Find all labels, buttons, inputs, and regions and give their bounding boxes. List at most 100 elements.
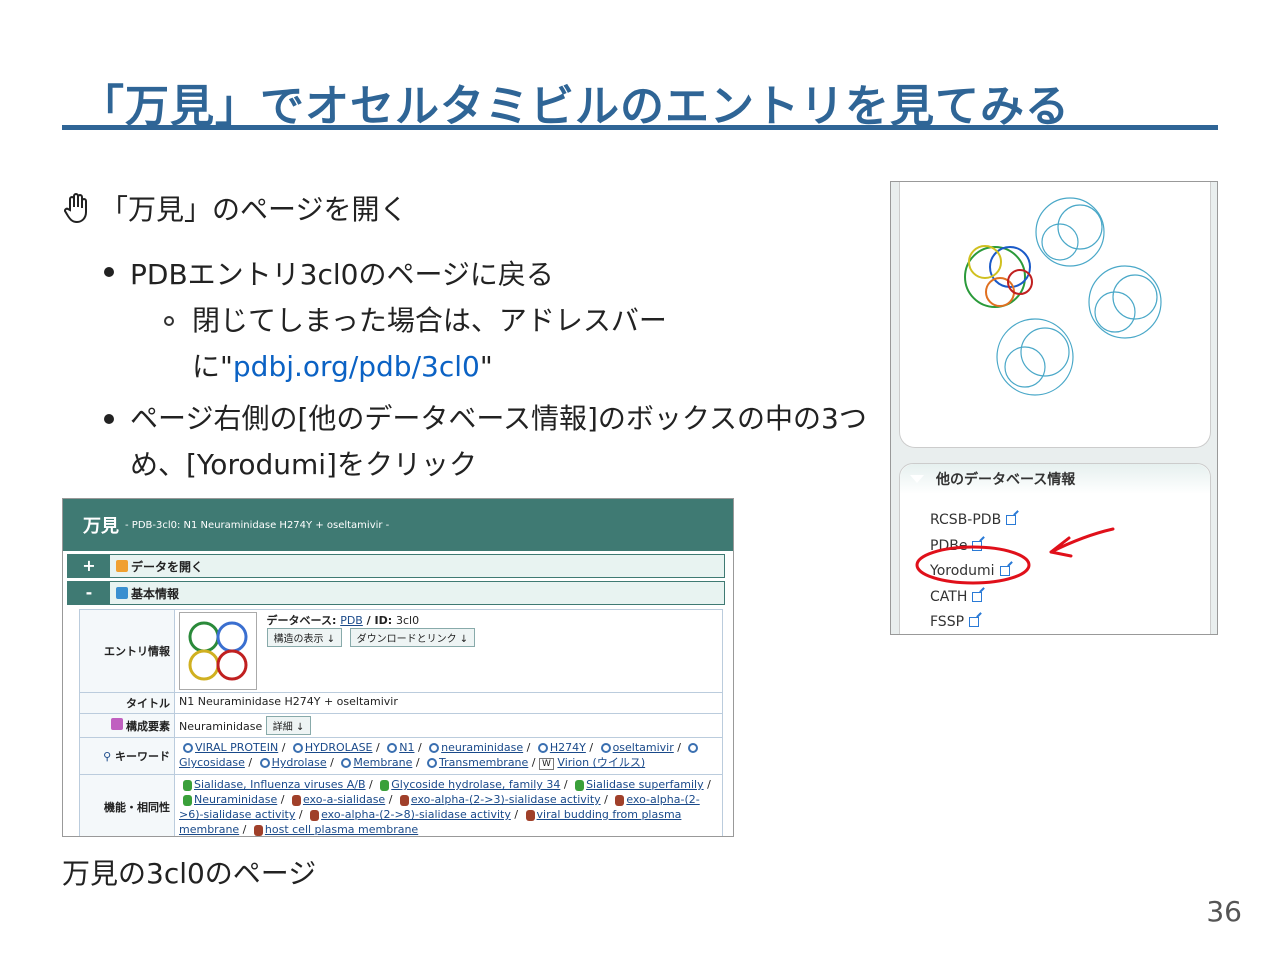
key-icon (292, 743, 303, 753)
arrow-down-icon: ↓ (459, 634, 469, 645)
keyword-link[interactable]: neuraminidase (441, 741, 523, 754)
db-label: データベース: (266, 614, 341, 627)
step-line: 「万見」のページを開く (62, 188, 407, 228)
keyword-link[interactable]: Transmembrane (439, 756, 528, 769)
info-table: エントリ情報 データベース: PDB / ID: 3cl0 構造の表示 ↓ ダウ… (79, 609, 723, 836)
keyword-link[interactable]: Virion (ウイルス) (557, 756, 645, 769)
id-value: 3cl0 (395, 614, 420, 627)
function-cell: Sialidase, Influenza viruses A/B / Glyco… (174, 774, 723, 836)
db-brown-icon (399, 794, 409, 806)
highlight-circle (915, 545, 1031, 585)
bullet-text-2: ページ右側の[他のデータベース情報]のボックスの中の3つめ、[Yorodumi]… (130, 402, 867, 481)
db-brown-icon (615, 794, 625, 806)
keyword-link[interactable]: Hydrolase (272, 756, 327, 769)
function-link[interactable]: exo-alpha-(2->8)-sialidase activity (321, 808, 511, 821)
function-link[interactable]: exo-alpha-(2->3)-sialidase activity (411, 793, 601, 806)
key-icon (537, 743, 548, 753)
table-row: ⚲ キーワード VIRAL PROTEIN / HYDROLASE / N1 /… (79, 737, 723, 775)
title-underline (62, 125, 1218, 130)
sub-bullet-prefix: に" (192, 350, 233, 383)
key-icon (183, 743, 193, 753)
bullet-item-1: PDBエントリ3cl0のページに戻る (104, 253, 554, 293)
keyword-link[interactable]: N1 (399, 741, 414, 754)
db-green-icon (575, 779, 585, 791)
address-link[interactable]: pdbj.org/pdb/3cl0 (233, 350, 480, 383)
db-green-icon (183, 779, 192, 791)
id-label: / ID: (362, 614, 396, 627)
db-link[interactable]: PDB (340, 614, 363, 627)
sub-bullet-line1: 閉じてしまった場合は、アドレスバー (192, 304, 667, 337)
section-basic-info[interactable]: - 基本情報 (67, 581, 725, 605)
collapse-toggle[interactable]: - (68, 582, 110, 604)
sub-bullet-line2: に"pdbj.org/pdb/3cl0" (192, 344, 667, 390)
page-number: 36 (1206, 895, 1242, 928)
function-link[interactable]: Glycoside hydrolase, family 34 (391, 778, 560, 791)
keyword-link[interactable]: HYDROLASE (305, 741, 373, 754)
sub-bullet-item: 閉じてしまった場合は、アドレスバー に"pdbj.org/pdb/3cl0" (164, 298, 667, 390)
section-open-data[interactable]: + データを開く (67, 554, 725, 578)
yorodumi-logo[interactable]: 万見 (83, 512, 119, 538)
bullet-item-2: ページ右側の[他のデータベース情報]のボックスの中の3つめ、[Yorodumi]… (104, 396, 884, 488)
download-links-button[interactable]: ダウンロードとリンク ↓ (349, 628, 476, 647)
table-row: 構成要素 Neuraminidase 詳細 ↓ (79, 713, 723, 738)
wikipedia-icon: W (539, 758, 554, 770)
db-brown-icon (310, 809, 320, 821)
molecule-thumbnail (179, 612, 257, 690)
components-label: 構成要素 (79, 713, 175, 738)
db-brown-icon (253, 824, 263, 836)
keyword-link[interactable]: Membrane (353, 756, 412, 769)
function-link[interactable]: Sialidase superfamily (586, 778, 704, 791)
function-link[interactable]: Neuraminidase (194, 793, 277, 806)
database-panel-screenshot: 他のデータベース情報 RCSB-PDB PDBe Yorodumi CATH F… (890, 181, 1218, 635)
yorodumi-screenshot: 万見 - PDB-3cl0: N1 Neuraminidase H274Y + … (62, 498, 734, 837)
keyword-link[interactable]: Glycosidase (179, 756, 245, 769)
function-label: 機能・相同性 (79, 774, 175, 836)
search-icon: ⚲ (103, 750, 112, 763)
sub-bullet-suffix: " (479, 350, 493, 383)
table-row: 機能・相同性 Sialidase, Influenza viruses A/B … (79, 774, 723, 836)
bullet-dot (104, 267, 114, 277)
key-icon (429, 743, 440, 753)
key-icon (387, 743, 398, 753)
keyword-link[interactable]: H274Y (550, 741, 586, 754)
arrow-down-icon: ↓ (326, 634, 336, 645)
bullet-dot (104, 414, 114, 424)
function-link[interactable]: exo-a-sialidase (303, 793, 385, 806)
components-cell: Neuraminidase 詳細 ↓ (174, 713, 723, 738)
table-row: エントリ情報 データベース: PDB / ID: 3cl0 構造の表示 ↓ ダウ… (79, 609, 723, 693)
key-icon (600, 743, 611, 753)
expand-toggle[interactable]: + (68, 555, 110, 577)
keyword-link[interactable]: oseltamivir (613, 741, 674, 754)
section-label: 基本情報 (131, 586, 180, 601)
key-icon (341, 758, 352, 768)
red-annotation-overlay (915, 527, 1115, 585)
db-green-icon (380, 779, 390, 791)
key-icon (427, 758, 438, 768)
table-row: タイトル N1 Neuraminidase H274Y + oseltamivi… (79, 692, 723, 714)
keyword-link[interactable]: VIRAL PROTEIN (195, 741, 278, 754)
show-structure-button[interactable]: 構造の表示 ↓ (266, 628, 343, 647)
components-icon (111, 717, 123, 730)
yorodumi-header: 万見 - PDB-3cl0: N1 Neuraminidase H274Y + … (63, 499, 733, 551)
annotation-arrow-icon (1049, 527, 1115, 558)
function-link[interactable]: host cell plasma membrane (265, 823, 418, 836)
entry-info-cell: データベース: PDB / ID: 3cl0 構造の表示 ↓ ダウンロードとリン… (174, 609, 723, 693)
function-link[interactable]: Sialidase, Influenza viruses A/B (194, 778, 366, 791)
details-button[interactable]: 詳細 ↓ (265, 716, 312, 735)
hand-icon (64, 193, 87, 224)
db-brown-icon (291, 794, 301, 806)
section-label: データを開く (131, 559, 204, 574)
keyword-cell: VIRAL PROTEIN / HYDROLASE / N1 / neurami… (174, 737, 723, 775)
key-icon (259, 758, 270, 768)
sub-bullet-ring (164, 316, 174, 326)
step-text: 「万見」のページを開く (100, 193, 408, 226)
database-icon (116, 587, 128, 599)
key-icon (688, 743, 699, 753)
title-label: タイトル (79, 692, 175, 714)
db-green-icon (183, 794, 192, 806)
yorodumi-subtitle: - PDB-3cl0: N1 Neuraminidase H274Y + ose… (125, 519, 390, 531)
db-brown-icon (525, 809, 535, 821)
keyword-label: ⚲ キーワード (79, 737, 175, 775)
entry-info-label: エントリ情報 (79, 609, 175, 693)
title-value: N1 Neuraminidase H274Y + oseltamivir (174, 692, 723, 714)
